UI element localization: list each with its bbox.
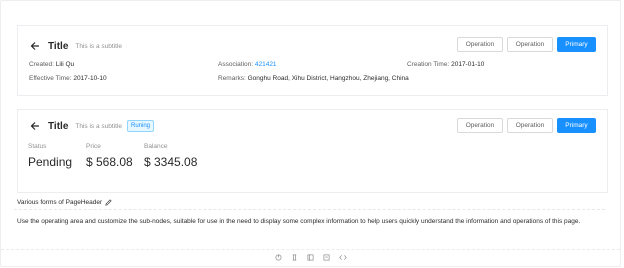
demo-container: Title This is a subtitle Operation Opera… bbox=[0, 0, 621, 267]
stat-label: Price bbox=[86, 143, 101, 150]
header-actions: Operation Operation Primary bbox=[457, 118, 596, 133]
desc-remarks: Remarks: Gonghu Road, Xihu District, Han… bbox=[218, 75, 409, 82]
desc-value: Lili Qu bbox=[55, 61, 75, 68]
codesandbox-icon[interactable] bbox=[323, 254, 331, 262]
desc-value: 2017-10-10 bbox=[73, 75, 107, 82]
desc-label: Association: bbox=[218, 61, 254, 68]
desc-label: Created: bbox=[29, 61, 54, 68]
code-icon[interactable] bbox=[338, 254, 347, 262]
stat-balance: Balance $ 3345.08 bbox=[144, 143, 197, 169]
page-title: Title bbox=[48, 120, 69, 132]
association-link[interactable]: 421421 bbox=[255, 61, 277, 68]
demo-title-text: Various forms of PageHeader bbox=[17, 199, 103, 206]
demo-description: Use the operating area and customize the… bbox=[17, 218, 581, 225]
primary-button[interactable]: Primary bbox=[557, 37, 596, 52]
desc-association: Association: 421421 bbox=[218, 61, 277, 68]
page-subtitle: This is a subtitle bbox=[75, 122, 122, 130]
edit-icon[interactable] bbox=[105, 199, 112, 206]
code-actions bbox=[1, 249, 620, 265]
desc-label: Remarks: bbox=[218, 75, 246, 82]
divider bbox=[14, 209, 605, 210]
snippets-icon[interactable] bbox=[291, 254, 299, 262]
desc-label: Effective Time: bbox=[29, 75, 72, 82]
demo-title: Various forms of PageHeader bbox=[17, 199, 112, 206]
desc-value: Gonghu Road, Xihu District, Hangzhou, Zh… bbox=[247, 75, 409, 82]
stat-price: Price $ 568.08 bbox=[86, 143, 133, 169]
operation-button-2[interactable]: Operation bbox=[507, 37, 553, 52]
desc-value: 2017-01-10 bbox=[451, 61, 485, 68]
page-header-stats: Title This is a subtitle Runing Operatio… bbox=[17, 109, 608, 193]
header-actions: Operation Operation Primary bbox=[457, 37, 596, 52]
operation-button-1[interactable]: Operation bbox=[457, 37, 503, 52]
desc-effective-time: Effective Time: 2017-10-10 bbox=[29, 75, 107, 82]
operation-button-2[interactable]: Operation bbox=[507, 118, 553, 133]
stat-value: Pending bbox=[28, 155, 73, 169]
page-header-basic: Title This is a subtitle Operation Opera… bbox=[17, 25, 608, 96]
page-title: Title bbox=[48, 40, 69, 52]
desc-label: Creation Time: bbox=[407, 61, 450, 68]
stat-label: Balance bbox=[144, 143, 168, 150]
status-tag: Runing bbox=[127, 120, 155, 132]
codepen-icon[interactable] bbox=[307, 254, 315, 262]
desc-creation-time: Creation Time: 2017-01-10 bbox=[407, 61, 484, 68]
stat-value: $ 568.08 bbox=[86, 155, 133, 169]
primary-button[interactable]: Primary bbox=[557, 118, 596, 133]
page-subtitle: This is a subtitle bbox=[75, 42, 122, 50]
arrow-left-icon[interactable] bbox=[29, 40, 41, 52]
stat-value: $ 3345.08 bbox=[144, 155, 198, 169]
arrow-left-icon[interactable] bbox=[29, 120, 41, 132]
stat-status: Status Pending bbox=[28, 143, 72, 169]
expand-icon[interactable] bbox=[275, 254, 283, 262]
desc-created: Created: Lili Qu bbox=[29, 61, 74, 68]
stat-label: Status bbox=[28, 143, 47, 150]
page-header-heading: Title This is a subtitle bbox=[29, 38, 122, 54]
page-header-heading: Title This is a subtitle Runing bbox=[29, 118, 155, 134]
operation-button-1[interactable]: Operation bbox=[457, 118, 503, 133]
